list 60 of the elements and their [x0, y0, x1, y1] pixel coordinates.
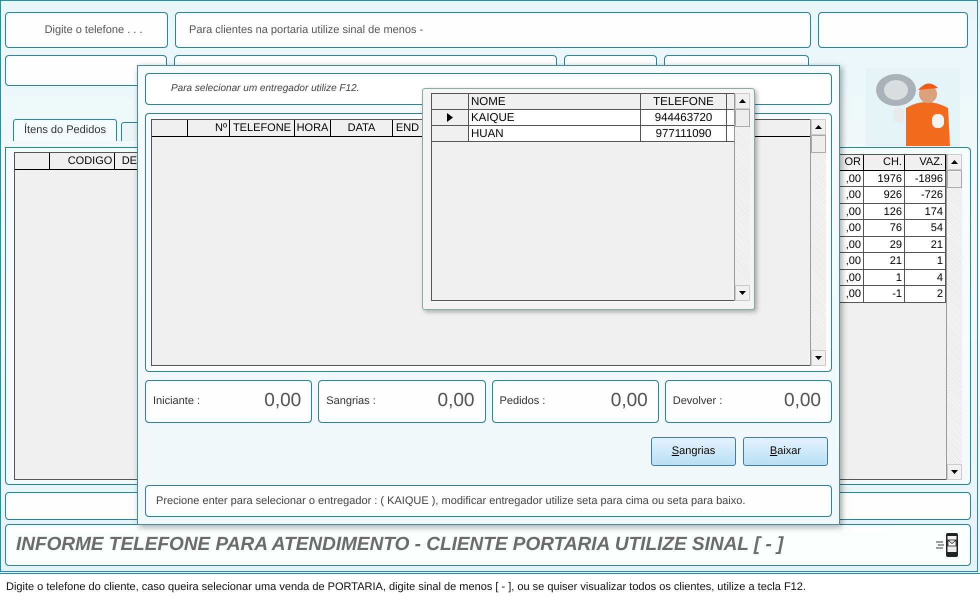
table-cell: 29 [864, 236, 905, 252]
total-label: Sangrias : [326, 395, 376, 408]
scrollbar[interactable] [946, 154, 962, 480]
hint-panel: Para clientes na portaria utilize sinal de menos - [175, 12, 811, 48]
scroll-thumb[interactable] [735, 109, 750, 127]
row-selector[interactable] [432, 126, 469, 141]
scroll-down-icon[interactable] [951, 470, 958, 474]
scroll-down-button[interactable] [811, 350, 826, 366]
row-pointer-icon [447, 113, 453, 122]
scroll-up-button[interactable] [947, 154, 962, 170]
scroll-up-button[interactable] [735, 93, 750, 109]
scroll-thumb[interactable] [811, 134, 826, 153]
action-button[interactable]: Baixar [743, 436, 828, 466]
total-value: 0,00 [784, 390, 821, 412]
column-header: CH. [864, 154, 905, 170]
scrollbar[interactable] [810, 118, 826, 366]
row-selector[interactable] [432, 110, 469, 125]
column-header: CODIGO [50, 152, 116, 169]
total-label: Devolver : [672, 395, 722, 408]
phone-mail-icon [934, 532, 960, 558]
scroll-up-icon[interactable] [815, 124, 822, 129]
table-cell: KAIQUE [469, 110, 641, 125]
banner-text: INFORME TELEFONE PARA ATENDIMENTO - CLIENTE PORTARIA UTILIZE SINAL [ - ] [16, 534, 784, 556]
tab[interactable]: Ítens do Pedidos [13, 118, 117, 141]
column-header: TELEFONE [641, 94, 727, 109]
table-cell: 926 [864, 187, 905, 203]
courier-row[interactable]: KAIQUE 944463720 [432, 110, 734, 126]
total-value: 0,00 [264, 390, 302, 412]
scroll-thumb[interactable] [947, 170, 962, 188]
scroll-up-icon[interactable] [739, 99, 746, 103]
status-bar: Digite o telefone do cliente, caso queira selecionar uma venda de PORTARIA, digite sinal de menos [ - ], ou se quiser visualizar todos os clientes, utilize a tecla F12. [0, 573, 980, 600]
table-cell: 21 [864, 253, 905, 269]
table-cell: 1976 [864, 170, 905, 186]
phone-field[interactable]: Digite o telefone . . . [5, 12, 168, 48]
total-label: Iniciante : [153, 395, 200, 408]
scroll-down-icon[interactable] [815, 356, 822, 360]
scroll-up-button[interactable] [811, 118, 826, 135]
scrollbar[interactable] [734, 93, 750, 301]
total-value: 0,00 [438, 390, 474, 412]
courier-row[interactable]: HUAN 977111090 [432, 126, 734, 142]
column-header: TELEFONE [230, 120, 295, 136]
column-header: DATA [331, 120, 393, 136]
table-cell: -1 [864, 286, 905, 302]
table-cell: 1 [864, 270, 905, 286]
column-header: Nº [188, 120, 230, 136]
column-header: NOME [469, 94, 641, 109]
total-label: Pedidos : [500, 395, 546, 408]
table-cell: HUAN [469, 126, 641, 141]
table-cell: 76 [864, 220, 905, 236]
table-cell: 944463720 [641, 110, 727, 125]
table-cell: 126 [864, 204, 905, 220]
scroll-down-button[interactable] [947, 464, 962, 480]
table-cell: 977111090 [641, 126, 727, 141]
total-value: 0,00 [610, 390, 648, 412]
column-header: HORA [295, 120, 331, 136]
message-panel: Precione enter para selecionar o entregador : ( KAIQUE ), modificar entregador utilize seta para cima ou seta para baixo. [145, 485, 832, 517]
scroll-up-icon[interactable] [951, 160, 958, 164]
scroll-down-icon[interactable] [739, 291, 746, 295]
scroll-down-button[interactable] [735, 285, 750, 301]
action-button[interactable]: Sangrias [651, 436, 736, 466]
